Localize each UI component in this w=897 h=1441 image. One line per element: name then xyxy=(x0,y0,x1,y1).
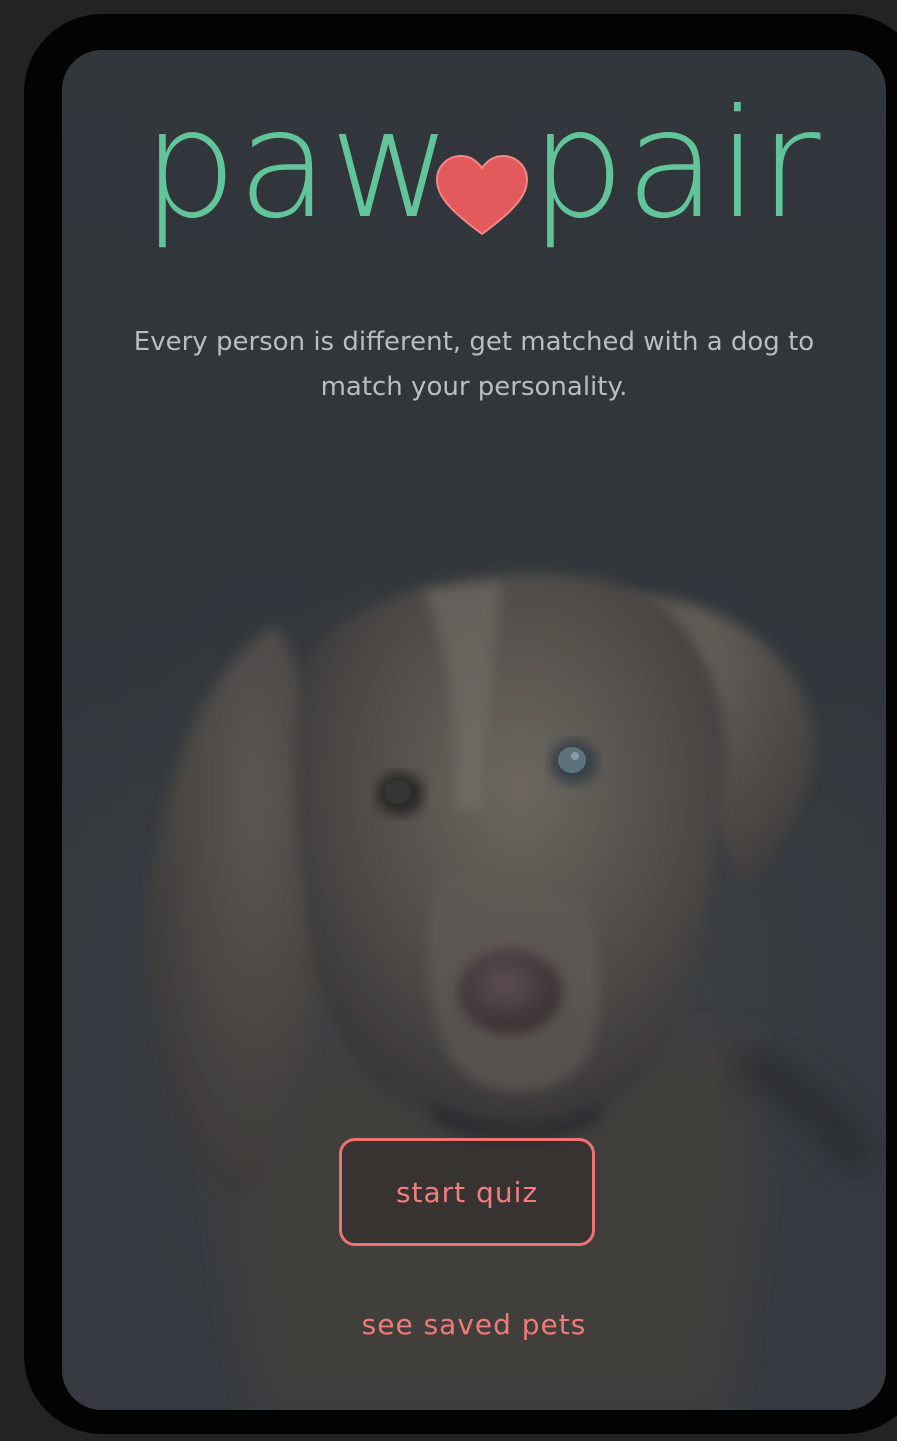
paw-pair-logo: paw pair xyxy=(142,96,822,306)
tagline: Every person is different, get matched w… xyxy=(133,327,815,402)
app-screen: paw pair Every person is different, get … xyxy=(62,50,886,1410)
start-quiz-button[interactable]: start quiz xyxy=(339,1138,595,1246)
see-saved-pets-link[interactable]: see saved pets xyxy=(274,1308,674,1352)
logo-right-text: pair xyxy=(530,96,821,252)
logo-left-text: paw xyxy=(142,96,452,252)
